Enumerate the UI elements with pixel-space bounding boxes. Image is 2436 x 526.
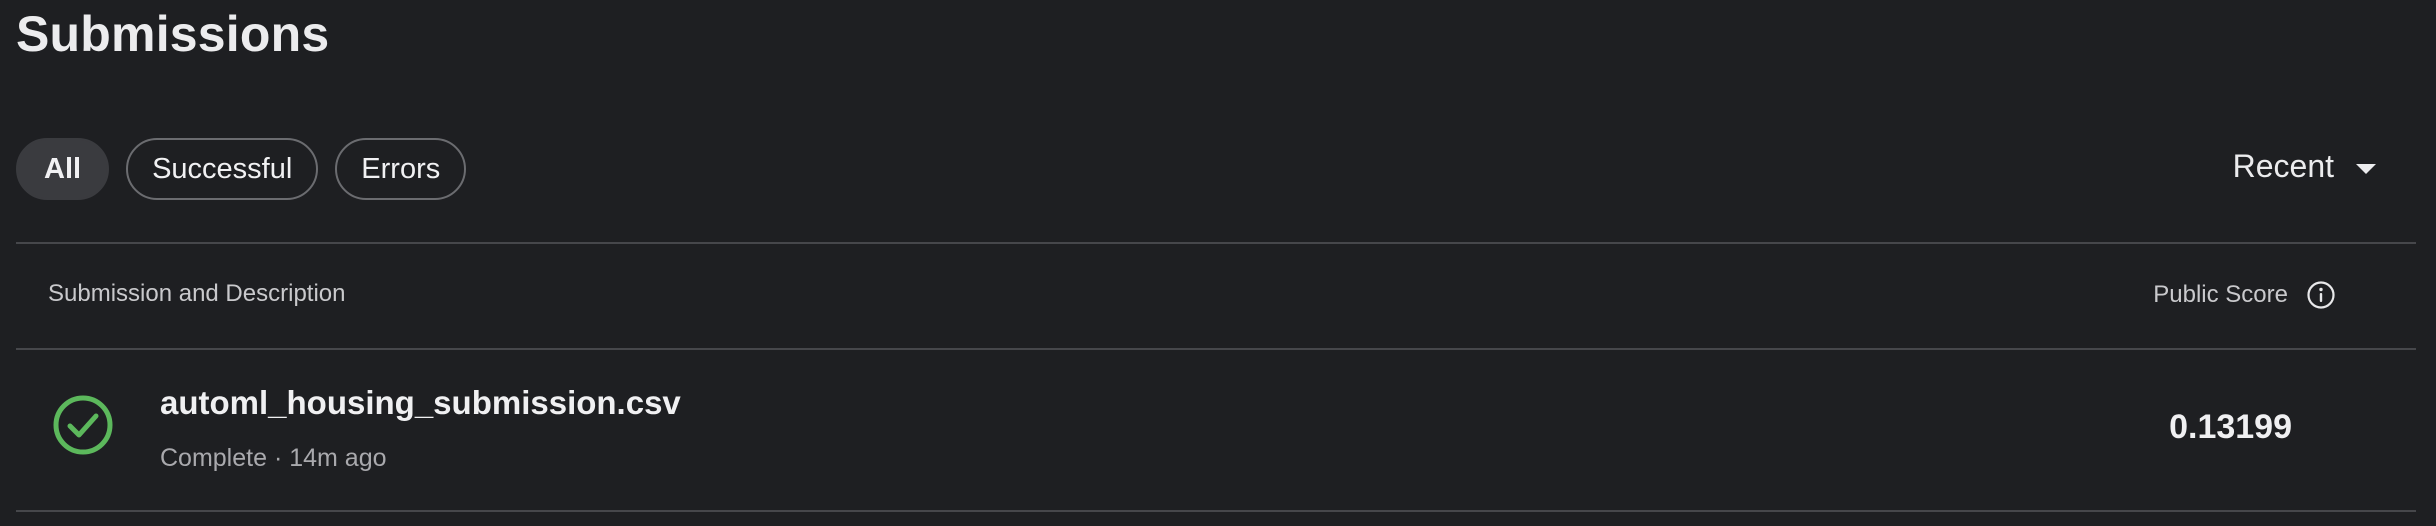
sort-label: Recent xyxy=(2232,148,2334,184)
sort-dropdown[interactable]: Recent xyxy=(2233,148,2376,185)
submission-meta: Complete · 14m ago xyxy=(160,444,387,472)
filter-chips: All Successful Errors xyxy=(16,138,467,200)
caret-down-icon xyxy=(2356,163,2376,174)
column-header-description: Submission and Description xyxy=(48,280,346,307)
submission-filename[interactable]: automl_housing_submission.csv xyxy=(160,384,681,422)
info-icon[interactable] xyxy=(2306,280,2336,310)
divider xyxy=(16,242,2416,244)
public-score-value: 0.13199 xyxy=(2169,408,2292,446)
filter-successful-chip[interactable]: Successful xyxy=(126,138,319,200)
table-row[interactable]: automl_housing_submission.csv Complete ·… xyxy=(16,352,2416,512)
divider xyxy=(16,510,2416,512)
submissions-page: Submissions All Successful Errors Recent… xyxy=(0,0,2436,526)
filter-errors-chip[interactable]: Errors xyxy=(335,138,467,200)
check-circle-icon xyxy=(53,395,113,455)
page-title: Submissions xyxy=(16,6,330,62)
divider xyxy=(16,348,2416,350)
filter-all-chip[interactable]: All xyxy=(16,138,110,200)
column-header-score-label: Public Score xyxy=(2153,281,2288,308)
column-header-score: Public Score xyxy=(2153,280,2336,310)
